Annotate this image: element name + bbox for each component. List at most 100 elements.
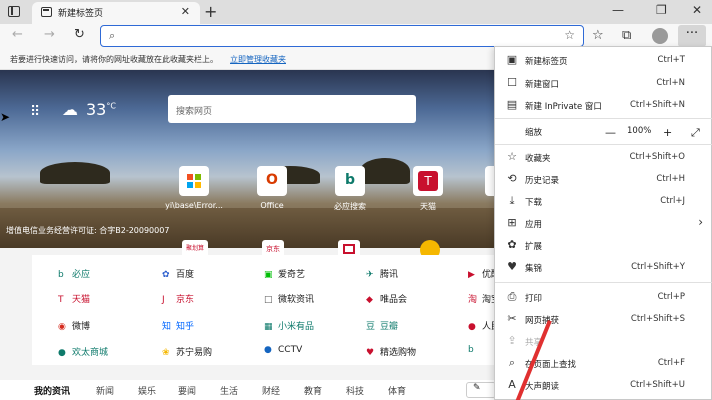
people-icon: ● — [468, 322, 476, 332]
quick-link-office[interactable]: O Office — [242, 166, 302, 210]
tab-title: 新建标签页 — [58, 9, 104, 19]
link-tencent[interactable]: ✈ 腾讯 — [366, 267, 398, 280]
tab-finance[interactable]: 财经 — [262, 384, 280, 397]
web-search-box[interactable]: 搜索网页 — [168, 95, 416, 123]
zhihu-icon: 知 — [162, 322, 172, 332]
tab-sports[interactable]: 体育 — [388, 384, 406, 397]
menu-web-capture[interactable]: ✂ 网页捕获 Ctrl+Shift+S — [495, 308, 712, 330]
menu-share: ⇪ 共享 — [495, 330, 712, 352]
menu-new-inprivate[interactable]: ▤ 新建 InPrivate 窗口 Ctrl+Shift+N — [495, 94, 712, 116]
new-tab-icon: ▣ — [506, 53, 518, 66]
print-icon: ⎙ — [507, 290, 517, 303]
menu-apps[interactable]: ⊞ 应用 › — [495, 212, 712, 234]
license-text: 增值电信业务经营许可证: 合字B2-20090007 — [6, 226, 170, 235]
menu-extensions[interactable]: ✿ 扩展 — [495, 234, 712, 256]
download-icon: ⤓ — [509, 194, 515, 207]
zoom-out-button[interactable]: — — [605, 126, 616, 139]
history-icon: ⟲ — [507, 172, 517, 185]
link-msn[interactable]: □ 微软资讯 — [264, 292, 314, 305]
tab-strip: 新建标签页 ✕ + — ❐ ✕ — [0, 0, 712, 24]
quick-link-tile[interactable]: yi\base\Error... — [164, 166, 224, 210]
settings-menu: ▣ 新建标签页 Ctrl+T ☐ 新建窗口 Ctrl+N ▤ 新建 InPriv… — [494, 46, 712, 400]
youku-icon: ▶ — [468, 270, 475, 280]
link-tmall[interactable]: T 天猫 — [58, 292, 90, 305]
tab-page-icon — [41, 7, 52, 17]
profile-avatar[interactable] — [652, 28, 668, 44]
find-icon: ⌕ — [508, 356, 516, 369]
new-tab-button[interactable]: + — [204, 2, 217, 21]
inprivate-icon: ▤ — [506, 98, 518, 111]
msn-icon: □ — [264, 295, 273, 305]
link-cctv[interactable]: ● CCTV — [264, 345, 302, 355]
tmall-icon: T — [58, 295, 64, 305]
favorites-hint: 若要进行快速访问，请将你的网址收藏放在此收藏夹栏上。 — [10, 55, 218, 64]
tab-my-feed[interactable]: 我的资讯 — [34, 384, 70, 397]
forward-button[interactable]: → — [44, 27, 55, 42]
tencent-icon: ✈ — [366, 270, 374, 280]
menu-favorites[interactable]: ☆ 收藏夹 Ctrl+Shift+O — [495, 146, 712, 168]
close-window-button[interactable]: ✕ — [692, 3, 702, 17]
back-button[interactable]: ← — [12, 27, 23, 42]
menu-collections[interactable]: ♥ 集锦 Ctrl+Shift+Y — [495, 256, 712, 278]
minimize-button[interactable]: — — [612, 3, 624, 17]
link-baidu[interactable]: ✿ 百度 — [162, 267, 194, 280]
tab-life[interactable]: 生活 — [220, 384, 238, 397]
tab-news[interactable]: 新闻 — [96, 384, 114, 397]
web-search-placeholder: 搜索网页 — [176, 107, 213, 117]
tile-label: 天猫 — [420, 202, 436, 211]
bing-icon: b — [58, 270, 64, 280]
search-icon: ⌕ — [109, 29, 116, 42]
new-window-icon: ☐ — [507, 76, 517, 89]
add-favorite-icon[interactable]: ☆ — [564, 28, 575, 42]
link-bing-2[interactable]: b — [468, 345, 482, 355]
settings-more-button[interactable]: ··· — [678, 25, 706, 47]
link-zhihu[interactable]: 知知乎 — [162, 319, 194, 332]
refresh-button[interactable]: ↻ — [74, 27, 85, 42]
apps-grid-icon[interactable]: ⠿ — [30, 104, 40, 120]
share-icon: ⇪ — [507, 334, 517, 347]
quick-link-bing[interactable]: b 必应搜索 — [320, 166, 380, 212]
menu-history[interactable]: ⟲ 历史记录 Ctrl+H — [495, 168, 712, 190]
menu-downloads[interactable]: ⤓ 下载 Ctrl+J — [495, 190, 712, 212]
edit-feed-button[interactable]: ✎ — [466, 382, 496, 398]
link-iqiyi[interactable]: ▣ 爱奇艺 — [264, 267, 305, 280]
link-weibo[interactable]: ◉ 微博 — [58, 319, 90, 332]
manage-favorites-link[interactable]: 立即管理收藏夹 — [230, 54, 286, 65]
window-menu-icon[interactable] — [8, 6, 20, 17]
collections-icon: ♥ — [507, 260, 517, 273]
tab-tech[interactable]: 科技 — [346, 384, 364, 397]
menu-print[interactable]: ⎙ 打印 Ctrl+P — [495, 286, 712, 308]
bing-icon: b — [345, 172, 356, 188]
tab-education[interactable]: 教育 — [304, 384, 322, 397]
restore-button[interactable]: ❐ — [656, 3, 667, 17]
link-heytap[interactable]: ● 欢太商城 — [58, 345, 108, 358]
tab-close-icon[interactable]: ✕ — [181, 5, 190, 18]
bing-icon: b — [468, 345, 474, 355]
address-bar[interactable]: ⌕ ☆ — [100, 25, 584, 47]
fullscreen-icon[interactable]: ⤢ — [691, 126, 700, 140]
link-vip[interactable]: ◆ 唯品会 — [366, 292, 407, 305]
tab-new-tab[interactable]: 新建标签页 ✕ — [32, 2, 200, 24]
tab-headlines[interactable]: 要闻 — [178, 384, 196, 397]
favorites-icon[interactable]: ☆ — [592, 28, 604, 43]
temperature[interactable]: 33°C — [86, 100, 116, 119]
zoom-level: 100% — [627, 126, 652, 136]
quick-link-tmall[interactable]: T 天猫 — [398, 166, 458, 212]
link-shopping[interactable]: ♥ 精选购物 — [366, 345, 416, 358]
link-youpin[interactable]: ▦ 小米有品 — [264, 319, 314, 332]
windows-logo-icon — [187, 174, 201, 188]
menu-new-tab[interactable]: ▣ 新建标签页 Ctrl+T — [495, 49, 712, 71]
zoom-in-button[interactable]: + — [663, 126, 672, 139]
favorites-icon: ☆ — [507, 150, 517, 163]
link-bing[interactable]: b 必应 — [58, 267, 90, 280]
shopping-icon: ♥ — [366, 348, 375, 358]
link-douban[interactable]: 豆豆瓣 — [366, 319, 398, 332]
link-jd[interactable]: J 京东 — [162, 292, 194, 305]
read-aloud-icon: A — [508, 378, 516, 391]
office-icon: O — [266, 172, 278, 188]
tab-entertainment[interactable]: 娱乐 — [138, 384, 156, 397]
link-suning[interactable]: ❀ 苏宁易购 — [162, 345, 212, 358]
menu-new-window[interactable]: ☐ 新建窗口 Ctrl+N — [495, 72, 712, 94]
heytap-icon: ● — [58, 348, 66, 358]
collections-icon[interactable]: ⧉ — [622, 28, 631, 43]
